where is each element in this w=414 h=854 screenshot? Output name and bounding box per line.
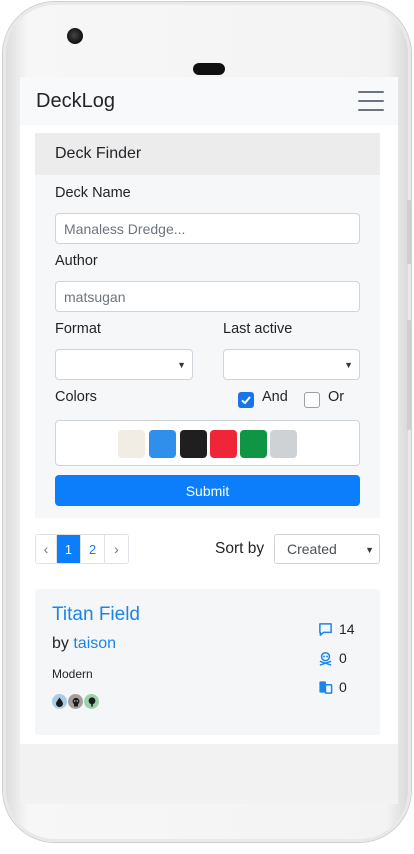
sort-by-label: Sort by bbox=[215, 540, 265, 557]
phone-chin bbox=[20, 744, 398, 804]
skull-stat: 0 bbox=[318, 650, 347, 666]
author-input[interactable]: matsugan bbox=[55, 281, 360, 312]
format-select[interactable]: ▼ bbox=[55, 349, 193, 380]
and-label: And bbox=[262, 389, 288, 405]
blue-mana-icon bbox=[52, 694, 67, 709]
deck-name-label: Deck Name bbox=[55, 185, 131, 201]
deck-card: Titan Field by taison Modern 14 0 0 bbox=[35, 589, 380, 735]
comments-count: 14 bbox=[339, 621, 355, 637]
cards-icon bbox=[319, 680, 333, 694]
app-screen: DeckLog Deck Finder Deck Name Manaless D… bbox=[20, 77, 398, 744]
sort-select[interactable]: Created ▼ bbox=[274, 534, 380, 564]
pagination: ‹ 1 2 › bbox=[35, 534, 129, 564]
chevron-down-icon: ▼ bbox=[344, 360, 353, 370]
deck-format: Modern bbox=[52, 667, 93, 681]
chevron-down-icon: ▼ bbox=[177, 360, 186, 370]
page-2-button[interactable]: 2 bbox=[81, 535, 105, 563]
copies-stat: 0 bbox=[318, 679, 347, 695]
prev-page-button[interactable]: ‹ bbox=[36, 535, 57, 563]
black-mana-icon bbox=[68, 694, 83, 709]
colors-label: Colors bbox=[55, 389, 97, 405]
submit-button[interactable]: Submit bbox=[55, 475, 360, 506]
color-swatch-colorless[interactable] bbox=[270, 430, 297, 458]
last-active-select[interactable]: ▼ bbox=[223, 349, 360, 380]
menu-icon[interactable] bbox=[358, 91, 384, 111]
mana-symbols bbox=[52, 694, 99, 709]
next-page-button[interactable]: › bbox=[105, 535, 128, 563]
format-label: Format bbox=[55, 321, 101, 337]
checkmark-icon bbox=[241, 396, 251, 405]
color-swatch-red[interactable] bbox=[210, 430, 237, 458]
camera-icon bbox=[67, 28, 83, 44]
comments-stat: 14 bbox=[318, 621, 355, 637]
deck-name-input[interactable]: Manaless Dredge... bbox=[55, 213, 360, 244]
color-picker bbox=[55, 420, 360, 466]
color-swatch-black[interactable] bbox=[180, 430, 207, 458]
navbar: DeckLog bbox=[20, 77, 398, 125]
power-button bbox=[407, 320, 412, 430]
comment-icon bbox=[319, 622, 332, 636]
by-text: by bbox=[52, 635, 69, 652]
author-link[interactable]: taison bbox=[73, 635, 116, 652]
or-label: Or bbox=[328, 389, 345, 405]
volume-button bbox=[407, 200, 412, 264]
color-swatch-blue[interactable] bbox=[149, 430, 176, 458]
page-1-button[interactable]: 1 bbox=[57, 535, 81, 563]
deck-finder-panel: Deck Finder Deck Name Manaless Dredge...… bbox=[35, 133, 380, 518]
or-checkbox[interactable] bbox=[304, 392, 320, 408]
green-mana-icon bbox=[84, 694, 99, 709]
brand-logo[interactable]: DeckLog bbox=[36, 90, 115, 113]
deck-author: by taison bbox=[52, 635, 116, 653]
deck-title-link[interactable]: Titan Field bbox=[52, 604, 140, 626]
speaker-grille bbox=[193, 63, 225, 75]
copies-count: 0 bbox=[339, 679, 347, 695]
chevron-down-icon: ▼ bbox=[365, 545, 374, 555]
deck-finder-title: Deck Finder bbox=[35, 133, 380, 175]
last-active-label: Last active bbox=[223, 321, 293, 337]
author-label: Author bbox=[55, 253, 98, 269]
color-swatch-green[interactable] bbox=[240, 430, 267, 458]
sort-select-value: Created bbox=[287, 541, 337, 557]
color-swatch-white[interactable] bbox=[118, 430, 145, 458]
skull-crossbones-icon bbox=[319, 651, 332, 666]
and-checkbox[interactable] bbox=[238, 392, 254, 408]
skull-count: 0 bbox=[339, 650, 347, 666]
